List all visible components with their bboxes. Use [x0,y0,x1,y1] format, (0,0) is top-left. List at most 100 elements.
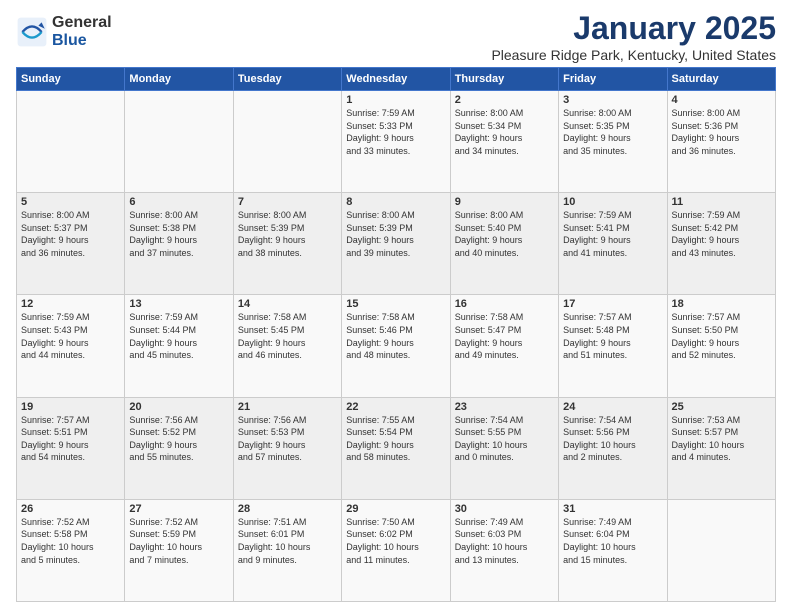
day-info: Sunrise: 7:59 AM Sunset: 5:42 PM Dayligh… [672,209,771,259]
day-info: Sunrise: 8:00 AM Sunset: 5:35 PM Dayligh… [563,107,662,157]
day-info: Sunrise: 7:50 AM Sunset: 6:02 PM Dayligh… [346,516,445,566]
day-number: 10 [563,196,662,208]
calendar-cell: 25Sunrise: 7:53 AM Sunset: 5:57 PM Dayli… [667,397,775,499]
calendar-cell: 11Sunrise: 7:59 AM Sunset: 5:42 PM Dayli… [667,193,775,295]
day-info: Sunrise: 8:00 AM Sunset: 5:36 PM Dayligh… [672,107,771,157]
calendar-cell: 27Sunrise: 7:52 AM Sunset: 5:59 PM Dayli… [125,499,233,601]
calendar-cell: 5Sunrise: 8:00 AM Sunset: 5:37 PM Daylig… [17,193,125,295]
day-number: 29 [346,503,445,515]
day-info: Sunrise: 7:59 AM Sunset: 5:41 PM Dayligh… [563,209,662,259]
day-info: Sunrise: 8:00 AM Sunset: 5:40 PM Dayligh… [455,209,554,259]
day-number: 26 [21,503,120,515]
day-number: 13 [129,298,228,310]
calendar-cell: 7Sunrise: 8:00 AM Sunset: 5:39 PM Daylig… [233,193,341,295]
day-info: Sunrise: 8:00 AM Sunset: 5:37 PM Dayligh… [21,209,120,259]
calendar-table: SundayMondayTuesdayWednesdayThursdayFrid… [16,67,776,602]
calendar-cell: 19Sunrise: 7:57 AM Sunset: 5:51 PM Dayli… [17,397,125,499]
calendar-cell: 23Sunrise: 7:54 AM Sunset: 5:55 PM Dayli… [450,397,558,499]
day-number: 20 [129,401,228,413]
week-row-2: 5Sunrise: 8:00 AM Sunset: 5:37 PM Daylig… [17,193,776,295]
day-number: 7 [238,196,337,208]
day-info: Sunrise: 7:58 AM Sunset: 5:47 PM Dayligh… [455,311,554,361]
calendar-cell [667,499,775,601]
page: General Blue January 2025 Pleasure Ridge… [0,0,792,612]
day-info: Sunrise: 7:58 AM Sunset: 5:45 PM Dayligh… [238,311,337,361]
calendar-cell: 28Sunrise: 7:51 AM Sunset: 6:01 PM Dayli… [233,499,341,601]
logo: General Blue [16,14,112,49]
calendar-cell: 8Sunrise: 8:00 AM Sunset: 5:39 PM Daylig… [342,193,450,295]
day-info: Sunrise: 7:49 AM Sunset: 6:03 PM Dayligh… [455,516,554,566]
month-title: January 2025 [491,10,776,47]
calendar-body: 1Sunrise: 7:59 AM Sunset: 5:33 PM Daylig… [17,91,776,602]
calendar-cell: 17Sunrise: 7:57 AM Sunset: 5:48 PM Dayli… [559,295,667,397]
day-number: 11 [672,196,771,208]
day-number: 2 [455,94,554,106]
header-cell-sunday: Sunday [17,68,125,91]
week-row-4: 19Sunrise: 7:57 AM Sunset: 5:51 PM Dayli… [17,397,776,499]
header: General Blue January 2025 Pleasure Ridge… [16,10,776,63]
calendar-cell: 30Sunrise: 7:49 AM Sunset: 6:03 PM Dayli… [450,499,558,601]
day-info: Sunrise: 8:00 AM Sunset: 5:38 PM Dayligh… [129,209,228,259]
calendar-cell: 6Sunrise: 8:00 AM Sunset: 5:38 PM Daylig… [125,193,233,295]
calendar-cell: 29Sunrise: 7:50 AM Sunset: 6:02 PM Dayli… [342,499,450,601]
day-info: Sunrise: 8:00 AM Sunset: 5:39 PM Dayligh… [238,209,337,259]
day-number: 18 [672,298,771,310]
calendar-cell: 10Sunrise: 7:59 AM Sunset: 5:41 PM Dayli… [559,193,667,295]
day-number: 28 [238,503,337,515]
day-info: Sunrise: 7:56 AM Sunset: 5:53 PM Dayligh… [238,414,337,464]
location-title: Pleasure Ridge Park, Kentucky, United St… [491,47,776,63]
calendar-cell: 3Sunrise: 8:00 AM Sunset: 5:35 PM Daylig… [559,91,667,193]
day-number: 31 [563,503,662,515]
calendar-cell: 1Sunrise: 7:59 AM Sunset: 5:33 PM Daylig… [342,91,450,193]
calendar-cell: 14Sunrise: 7:58 AM Sunset: 5:45 PM Dayli… [233,295,341,397]
calendar-cell: 13Sunrise: 7:59 AM Sunset: 5:44 PM Dayli… [125,295,233,397]
day-number: 15 [346,298,445,310]
day-number: 21 [238,401,337,413]
day-number: 22 [346,401,445,413]
day-info: Sunrise: 7:49 AM Sunset: 6:04 PM Dayligh… [563,516,662,566]
calendar-cell [17,91,125,193]
day-number: 24 [563,401,662,413]
day-number: 19 [21,401,120,413]
logo-general: General [52,14,112,32]
calendar-cell: 9Sunrise: 8:00 AM Sunset: 5:40 PM Daylig… [450,193,558,295]
calendar-cell: 20Sunrise: 7:56 AM Sunset: 5:52 PM Dayli… [125,397,233,499]
week-row-3: 12Sunrise: 7:59 AM Sunset: 5:43 PM Dayli… [17,295,776,397]
day-number: 27 [129,503,228,515]
title-block: January 2025 Pleasure Ridge Park, Kentuc… [491,10,776,63]
day-info: Sunrise: 7:53 AM Sunset: 5:57 PM Dayligh… [672,414,771,464]
calendar-cell: 16Sunrise: 7:58 AM Sunset: 5:47 PM Dayli… [450,295,558,397]
header-cell-tuesday: Tuesday [233,68,341,91]
day-number: 12 [21,298,120,310]
day-number: 4 [672,94,771,106]
calendar-cell: 31Sunrise: 7:49 AM Sunset: 6:04 PM Dayli… [559,499,667,601]
day-info: Sunrise: 7:59 AM Sunset: 5:43 PM Dayligh… [21,311,120,361]
calendar-cell: 22Sunrise: 7:55 AM Sunset: 5:54 PM Dayli… [342,397,450,499]
day-info: Sunrise: 7:56 AM Sunset: 5:52 PM Dayligh… [129,414,228,464]
calendar-cell: 15Sunrise: 7:58 AM Sunset: 5:46 PM Dayli… [342,295,450,397]
calendar-cell [125,91,233,193]
calendar-header: SundayMondayTuesdayWednesdayThursdayFrid… [17,68,776,91]
calendar-cell: 18Sunrise: 7:57 AM Sunset: 5:50 PM Dayli… [667,295,775,397]
day-number: 23 [455,401,554,413]
day-info: Sunrise: 7:57 AM Sunset: 5:51 PM Dayligh… [21,414,120,464]
day-info: Sunrise: 7:59 AM Sunset: 5:33 PM Dayligh… [346,107,445,157]
day-number: 3 [563,94,662,106]
day-info: Sunrise: 7:59 AM Sunset: 5:44 PM Dayligh… [129,311,228,361]
day-info: Sunrise: 7:55 AM Sunset: 5:54 PM Dayligh… [346,414,445,464]
header-cell-thursday: Thursday [450,68,558,91]
calendar-cell: 12Sunrise: 7:59 AM Sunset: 5:43 PM Dayli… [17,295,125,397]
day-number: 6 [129,196,228,208]
header-cell-wednesday: Wednesday [342,68,450,91]
day-number: 17 [563,298,662,310]
day-number: 14 [238,298,337,310]
day-number: 1 [346,94,445,106]
logo-blue: Blue [52,32,112,50]
day-info: Sunrise: 7:57 AM Sunset: 5:50 PM Dayligh… [672,311,771,361]
day-info: Sunrise: 7:58 AM Sunset: 5:46 PM Dayligh… [346,311,445,361]
header-cell-saturday: Saturday [667,68,775,91]
logo-icon [16,16,48,48]
day-info: Sunrise: 7:51 AM Sunset: 6:01 PM Dayligh… [238,516,337,566]
day-number: 16 [455,298,554,310]
header-cell-friday: Friday [559,68,667,91]
